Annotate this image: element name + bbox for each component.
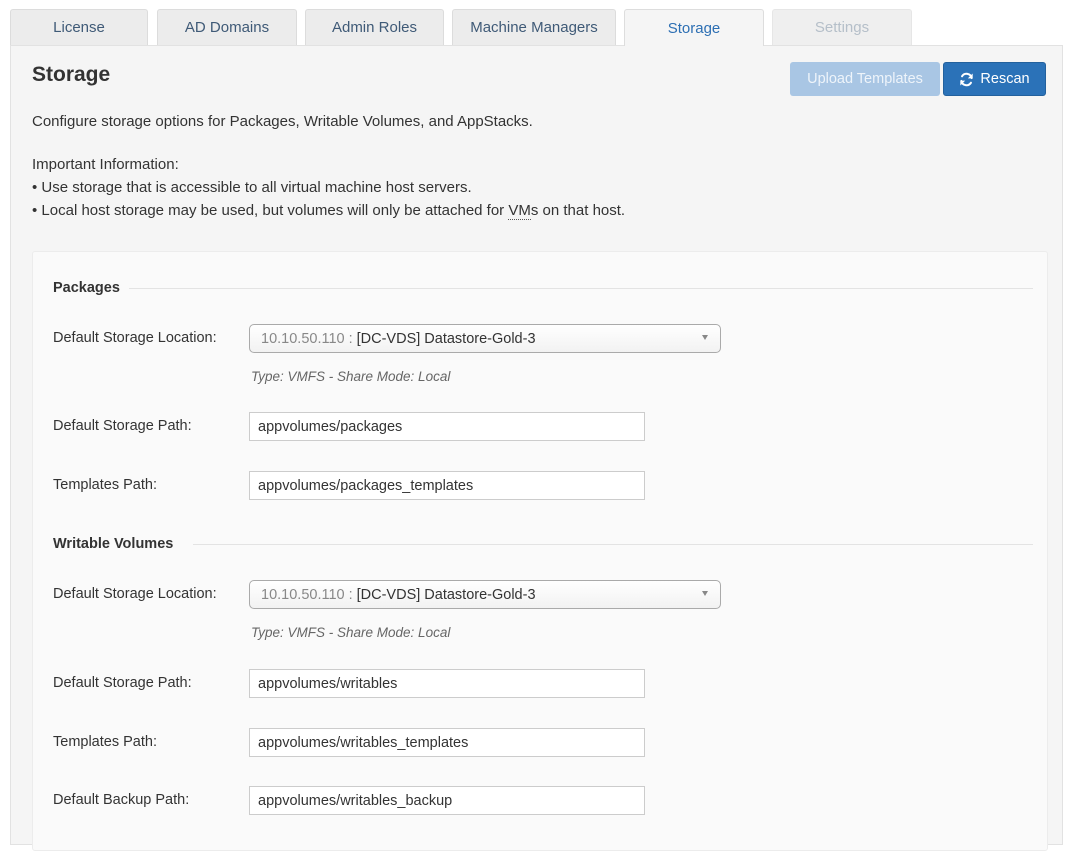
writable-volumes-heading: Writable Volumes [53,536,174,552]
tab-machine-managers[interactable]: Machine Managers [452,9,616,45]
refresh-icon [960,72,974,86]
writable-location-hint: Type: VMFS - Share Mode: Local [251,625,451,640]
info-text: s on that host. [530,202,626,219]
section-divider [129,288,1033,289]
writable-backup-path-input[interactable]: appvolumes/writables_backup [249,786,645,815]
rescan-label: Rescan [980,71,1030,87]
packages-templates-label: Templates Path: [53,477,157,493]
tab-ad-domains[interactable]: AD Domains [157,9,297,45]
writable-path-label: Default Storage Path: [53,675,192,691]
tab-storage[interactable]: Storage [624,9,764,46]
select-separator: : [348,330,353,347]
section-divider [193,544,1033,545]
packages-storage-location-select[interactable]: 10.10.50.110 : [DC-VDS] Datastore-Gold-3 [249,324,721,353]
packages-location-hint: Type: VMFS - Share Mode: Local [251,369,451,384]
storage-panel: Storage Upload Templates Rescan Configur… [10,45,1063,851]
packages-heading: Packages [53,280,120,296]
select-host-ip: 10.10.50.110 [261,330,345,347]
page-description: Configure storage options for Packages, … [32,113,533,130]
writable-templates-path-input[interactable]: appvolumes/writables_templates [249,728,645,757]
vm-abbreviation[interactable]: VM [508,202,531,220]
chevron-down-icon [702,591,708,596]
select-datastore: [DC-VDS] Datastore-Gold-3 [356,586,536,603]
upload-templates-label: Upload Templates [807,71,923,87]
tab-admin-roles[interactable]: Admin Roles [305,9,444,45]
chevron-down-icon [702,335,708,340]
packages-storage-path-input[interactable]: appvolumes/packages [249,412,645,441]
info-heading: Important Information: [32,156,179,173]
writable-backup-label: Default Backup Path: [53,792,190,808]
tab-settings: Settings [772,9,912,45]
writable-location-label: Default Storage Location: [53,586,217,602]
info-line: • Use storage that is accessible to all … [32,179,472,196]
rescan-button[interactable]: Rescan [943,62,1046,96]
storage-form-card: Packages Default Storage Location: 10.10… [32,251,1048,851]
packages-location-label: Default Storage Location: [53,330,217,346]
writable-storage-location-select[interactable]: 10.10.50.110 : [DC-VDS] Datastore-Gold-3 [249,580,721,609]
packages-path-label: Default Storage Path: [53,418,192,434]
info-line: • Local host storage may be used, but vo… [32,202,626,220]
tab-license[interactable]: License [10,9,148,45]
writable-templates-label: Templates Path: [53,734,157,750]
select-datastore: [DC-VDS] Datastore-Gold-3 [356,330,536,347]
info-text: • Local host storage may be used, but vo… [32,202,509,219]
select-separator: : [348,586,353,603]
select-host-ip: 10.10.50.110 [261,586,345,603]
upload-templates-button[interactable]: Upload Templates [790,62,940,96]
tab-bar: License AD Domains Admin Roles Machine M… [0,0,1080,46]
packages-templates-path-input[interactable]: appvolumes/packages_templates [249,471,645,500]
writable-storage-path-input[interactable]: appvolumes/writables [249,669,645,698]
page-title: Storage [32,63,111,86]
